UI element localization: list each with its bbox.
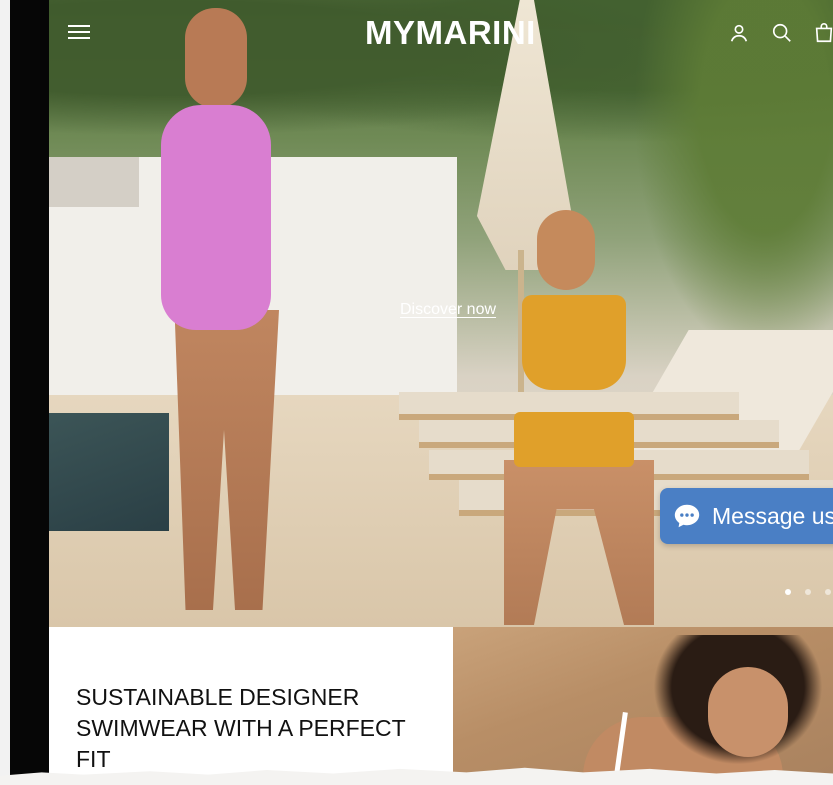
intro-image bbox=[453, 627, 833, 785]
discover-now-link[interactable]: Discover now bbox=[400, 301, 496, 319]
site-header: MYMARINI bbox=[49, 0, 833, 64]
slide-dot-1[interactable] bbox=[785, 589, 791, 595]
cart-bag-icon[interactable] bbox=[813, 22, 833, 44]
model-yellow-bottom bbox=[514, 412, 634, 467]
site-logo[interactable]: MYMARINI bbox=[365, 14, 536, 52]
model-seated-head bbox=[537, 210, 595, 290]
hero-slideshow[interactable]: MYMARINI Discover now Message us bbox=[49, 0, 833, 627]
hero-wall-shade bbox=[49, 157, 139, 207]
intro-image-face bbox=[708, 667, 788, 757]
intro-section: SUSTAINABLE DESIGNER SWIMWEAR WITH A PER… bbox=[49, 627, 453, 785]
hamburger-menu-icon[interactable] bbox=[68, 24, 92, 42]
slideshow-dots bbox=[785, 589, 831, 595]
user-icon[interactable] bbox=[728, 22, 750, 44]
model-yellow-top bbox=[522, 295, 626, 390]
left-edge-strip bbox=[0, 0, 49, 785]
hero-pool bbox=[49, 413, 169, 531]
model-pink-swimsuit bbox=[161, 105, 271, 330]
search-icon[interactable] bbox=[771, 22, 793, 44]
message-us-label: Message us bbox=[712, 502, 833, 529]
slide-dot-2[interactable] bbox=[805, 589, 811, 595]
chat-bubble-icon bbox=[674, 504, 700, 528]
message-us-button[interactable]: Message us bbox=[660, 488, 833, 544]
page: MYMARINI Discover now Message us SUSTAIN… bbox=[49, 0, 833, 785]
slide-dot-3[interactable] bbox=[825, 589, 831, 595]
intro-headline: SUSTAINABLE DESIGNER SWIMWEAR WITH A PER… bbox=[76, 684, 406, 772]
